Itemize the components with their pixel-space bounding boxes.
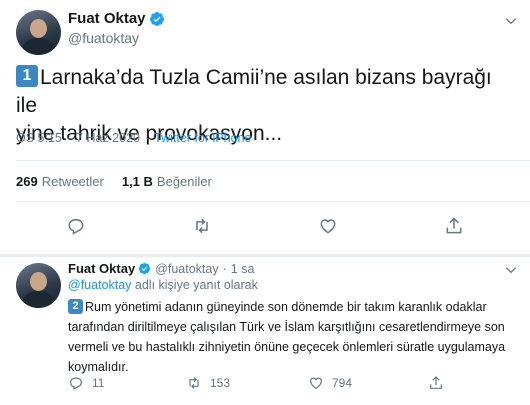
heart-icon[interactable] (318, 216, 338, 236)
reply-text-line3: vermeli ve bu hastalıklı zihniyetin önün… (68, 340, 506, 354)
reply-text-line4: koymalıdır. (68, 360, 129, 374)
retweets-label[interactable]: Retweetler (42, 174, 104, 189)
divider (16, 201, 530, 202)
chevron-down-icon[interactable] (504, 14, 518, 28)
retweet-button[interactable]: 153 (186, 375, 230, 391)
meta-separator: · (222, 261, 227, 276)
tweet-text-line1: Larnaka’da Tuzla Camii’ne asılan bizans … (16, 66, 492, 117)
meta-separator: · (144, 131, 150, 145)
reply-actions: 11 153 794 (0, 375, 530, 395)
avatar[interactable] (16, 263, 61, 308)
reply-time[interactable]: 1 sa (231, 262, 255, 276)
meta-separator: · (66, 131, 72, 145)
like-count: 794 (332, 376, 353, 390)
retweets-count[interactable]: 269 (16, 174, 38, 189)
author-display-name[interactable]: Fuat Oktay (68, 10, 146, 27)
replying-to-suffix: adlı kişiye yanıt olarak (131, 278, 258, 292)
replying-to-mention[interactable]: @fuatoktay (68, 278, 131, 292)
retweet-icon[interactable] (192, 216, 212, 236)
verified-badge-icon (149, 11, 164, 26)
likes-count[interactable]: 1,1 B (122, 174, 153, 189)
retweet-count: 153 (210, 376, 231, 390)
main-tweet: Fuat Oktay @fuatoktay 1 Larnaka’da Tuzla … (0, 0, 530, 257)
author-handle[interactable]: @fuatoktay (68, 30, 139, 46)
reply-count: 11 (92, 376, 105, 390)
reply-text-line2: tarafından diriltilmeye çalışılan Türk v… (68, 320, 505, 334)
retweet-icon[interactable] (186, 375, 202, 391)
tweet-source[interactable]: Twitter for iPhone (154, 131, 251, 145)
tweet-stats: 269 Retweetler 1,1 B Beğeniler (16, 174, 230, 189)
tweet-actions (0, 216, 530, 240)
reply-author-display-name[interactable]: Fuat Oktay (68, 261, 135, 276)
reply-tweet[interactable]: Fuat Oktay @fuatoktay · 1 sa @fuatoktay … (0, 257, 530, 405)
verified-badge-icon (138, 262, 151, 275)
reply-icon[interactable] (66, 216, 86, 236)
likes-label[interactable]: Beğeniler (157, 174, 212, 189)
divider (16, 160, 530, 161)
reply-author-handle[interactable]: @fuatoktay (155, 262, 218, 276)
share-icon[interactable] (428, 375, 444, 391)
tweet-date[interactable]: 7 Haz 2020 (76, 131, 140, 145)
reply-author-row: Fuat Oktay @fuatoktay · 1 sa (68, 261, 254, 276)
chevron-down-icon[interactable] (504, 263, 518, 277)
keycap-two-emoji: 2 (68, 299, 83, 315)
share-icon[interactable] (444, 216, 464, 236)
replying-to: @fuatoktay adlı kişiye yanıt olarak (68, 278, 258, 292)
tweet-meta: ÖS 5:15 · 7 Haz 2020 · Twitter for iPhon… (16, 131, 251, 145)
heart-icon[interactable] (308, 375, 324, 391)
author-row: Fuat Oktay (68, 10, 165, 27)
reply-text: 2 Rum yönetimi adanın güneyinde son dönem… (68, 297, 516, 377)
reply-icon[interactable] (68, 375, 84, 391)
avatar[interactable] (16, 10, 61, 55)
keycap-one-emoji: 1 (16, 65, 38, 88)
reply-button[interactable]: 11 (68, 375, 104, 391)
share-button[interactable] (428, 375, 452, 391)
tweet-time[interactable]: ÖS 5:15 (16, 131, 62, 145)
like-button[interactable]: 794 (308, 375, 352, 391)
reply-text-line1: Rum yönetimi adanın güneyinde son dönemd… (85, 300, 487, 314)
